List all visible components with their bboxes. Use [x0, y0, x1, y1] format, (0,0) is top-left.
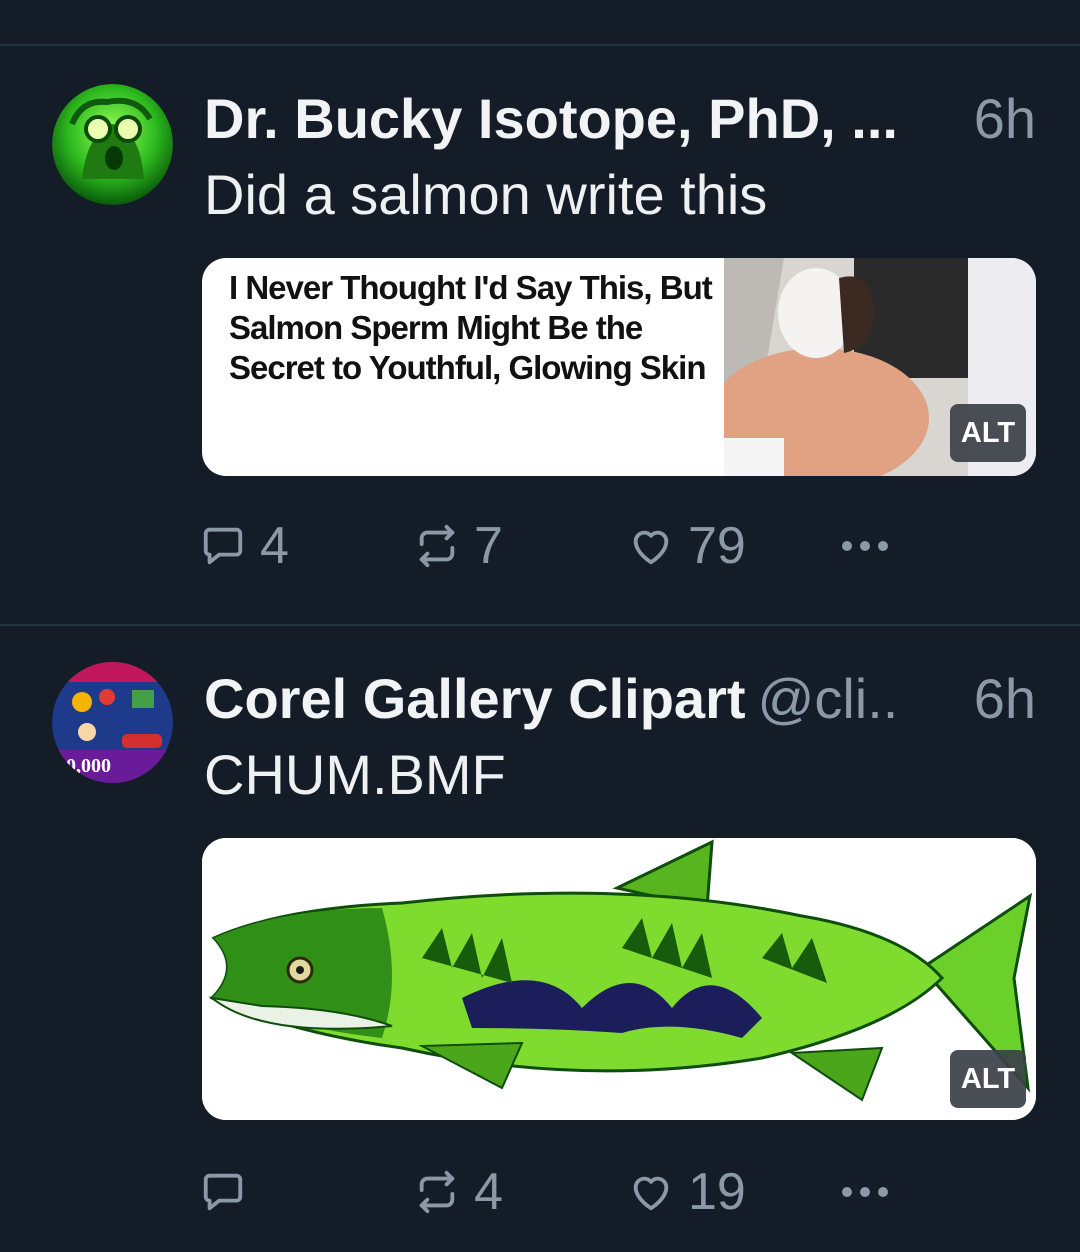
- like-button[interactable]: 79: [628, 516, 746, 576]
- reply-icon: [203, 527, 243, 565]
- alt-badge[interactable]: ALT: [950, 1050, 1026, 1108]
- like-count: 79: [688, 517, 746, 575]
- reply-icon: [203, 1173, 243, 1211]
- avatar[interactable]: 10,000: [52, 662, 173, 783]
- handle[interactable]: @cli..: [758, 666, 899, 730]
- link-card[interactable]: I Never Thought I'd Say This, But Salmon…: [202, 258, 1036, 476]
- post-text: Did a salmon write this: [204, 163, 768, 226]
- post-actions: 4 19: [200, 1162, 920, 1222]
- display-name[interactable]: Corel Gallery Clipart: [204, 666, 746, 730]
- repost-icon: [419, 524, 455, 568]
- link-card-image: [709, 258, 968, 476]
- like-icon: [633, 530, 669, 565]
- post-time[interactable]: 6h: [964, 666, 1036, 730]
- repost-icon: [419, 1170, 455, 1214]
- avatar[interactable]: [52, 84, 173, 205]
- post-header: Dr. Bucky Isotope, PhD, ... 6h: [204, 86, 1036, 150]
- link-card-headline: I Never Thought I'd Say This, But Salmon…: [229, 269, 713, 386]
- repost-count: 4: [474, 1163, 503, 1221]
- more-icon: [842, 541, 888, 551]
- salmon-image: [202, 838, 1036, 1120]
- display-name[interactable]: Dr. Bucky Isotope, PhD, ...: [204, 86, 898, 150]
- repost-button[interactable]: 7: [414, 516, 503, 576]
- post[interactable]: 10,000 Corel Gallery Clipart @cli.. 6h C…: [0, 626, 1080, 1252]
- like-icon: [633, 1176, 669, 1211]
- reply-count: 4: [260, 517, 289, 575]
- more-button[interactable]: [838, 1162, 892, 1222]
- post-text: CHUM.BMF: [204, 743, 506, 806]
- more-icon: [842, 1187, 888, 1197]
- like-button[interactable]: 19: [628, 1162, 746, 1222]
- reply-button[interactable]: [200, 1162, 260, 1222]
- avatar-text: 10,000: [56, 755, 111, 777]
- media-image[interactable]: ALT: [202, 838, 1036, 1120]
- post[interactable]: Dr. Bucky Isotope, PhD, ... 6h Did a sal…: [0, 46, 1080, 624]
- post-time[interactable]: 6h: [964, 86, 1036, 150]
- alt-badge[interactable]: ALT: [950, 404, 1026, 462]
- repost-count: 7: [474, 517, 503, 575]
- like-count: 19: [688, 1163, 746, 1221]
- reply-button[interactable]: 4: [200, 516, 289, 576]
- post-header: Corel Gallery Clipart @cli.. 6h: [204, 666, 1036, 730]
- more-button[interactable]: [838, 516, 892, 576]
- repost-button[interactable]: 4: [414, 1162, 503, 1222]
- post-actions: 4 7 79: [200, 516, 920, 576]
